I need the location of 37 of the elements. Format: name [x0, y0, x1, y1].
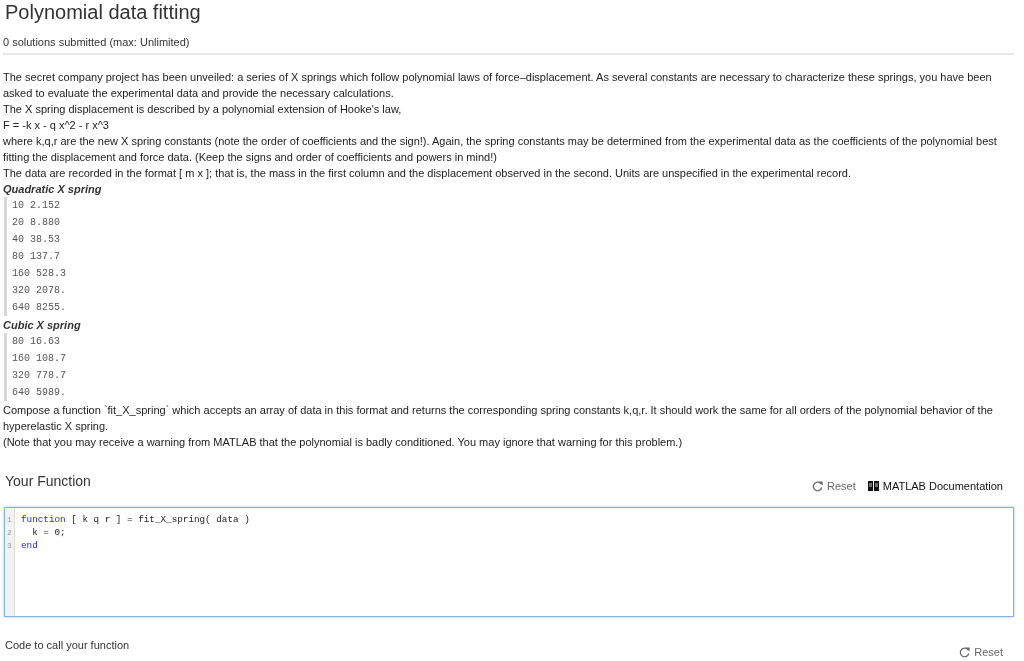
- documentation-button[interactable]: MATLAB Documentation: [867, 478, 1003, 494]
- paragraph: The data are recorded in the format [ m x ]; that is, the mass in the first column and the displacement observed in the second. Units are unspecified in the experimental record.: [3, 166, 853, 181]
- data-heading: Quadratic X spring: [3, 182, 103, 197]
- paragraph: F = -k x - q x^2 - r x^3: [3, 118, 110, 133]
- line-number: 2: [6, 527, 13, 539]
- paragraph: The secret company project has been unveiled: a series of X springs which follow polynomial laws of force–displacement. As several constants are necessary to characterize these springs, you have been asked to evaluate the experimental data and provide the necessary calculations.: [3, 70, 993, 101]
- code-editor[interactable]: 1 2 3 function [ k q r ] = fit_X_spring( data ) k = 0; end: [4, 507, 1014, 617]
- data-line: 640 5989.: [12, 386, 67, 400]
- reset-button[interactable]: Reset: [959, 644, 1003, 660]
- code-line: k = 0;: [31, 526, 67, 539]
- section-title: Code to call your function: [4, 638, 130, 653]
- line-number: 1: [6, 514, 13, 526]
- reset-icon: [959, 646, 971, 658]
- book-icon: [867, 481, 879, 491]
- line-number: 3: [6, 540, 13, 552]
- data-line: 80 137.7: [12, 250, 61, 264]
- paragraph: Compose a function `fit_X_spring` which accepts an array of data in this format and returns the corresponding spring constants k,q,r. It should work the same for all orders of the polynomial behavior of the hyperelastic X spring.: [3, 403, 994, 434]
- data-heading: Cubic X spring: [3, 318, 82, 333]
- data-line: 10 2.152: [12, 199, 61, 213]
- paragraph: (Note that you may receive a warning from MATLAB that the polynomial is badly conditioned. You may ignore that warning for this problem.): [3, 435, 684, 450]
- data-line: 20 8.880: [12, 216, 61, 230]
- code-line: function [ k q r ] = fit_X_spring( data ): [21, 513, 250, 526]
- data-line: 320 778.7: [12, 369, 67, 383]
- data-line: 160 108.7: [12, 352, 67, 366]
- page-title: Polynomial data fitting: [4, 0, 202, 24]
- reset-button[interactable]: Reset: [812, 478, 856, 494]
- paragraph: The X spring displacement is described by a polynomial extension of Hooke's law,: [3, 102, 403, 117]
- data-line: 80 16.63: [12, 335, 61, 349]
- data-line: 320 2078.: [12, 284, 67, 298]
- reset-icon: [812, 480, 823, 492]
- paragraph: where k,q,r are the new X spring constants (note the order of coefficients and the sign!). Again, the spring constants may be determined from the experimental data as the coefficients of the polynomial best fitting the displacement and force data. (Keep the signs and order of coefficients and powers in mind!): [3, 134, 998, 165]
- data-line: 160 528.3: [12, 267, 67, 281]
- code-line: end: [21, 539, 39, 552]
- section-title: Your Function: [4, 472, 91, 490]
- data-line: 640 8255.: [12, 301, 67, 315]
- submission-count: 0 solutions submitted (max: Unlimited): [3, 35, 191, 50]
- data-line: 40 38.53: [12, 233, 61, 247]
